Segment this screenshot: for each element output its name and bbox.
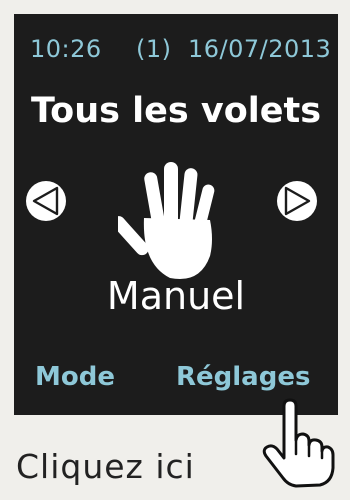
status-date: 16/07/2013 (188, 35, 332, 63)
status-bar: 10:26 (1) 16/07/2013 (30, 32, 332, 66)
hand-icon (118, 162, 215, 280)
hint-caption: Cliquez ici (16, 447, 195, 486)
previous-button[interactable] (26, 181, 66, 221)
page: 10:26 (1) 16/07/2013 Tous les volets Man… (0, 0, 350, 500)
next-button[interactable] (277, 181, 317, 221)
status-time: 10:26 (30, 35, 102, 63)
mode-button[interactable]: Mode (35, 355, 115, 399)
pointing-hand-icon (262, 398, 335, 488)
zone-title: Tous les volets (30, 91, 322, 131)
triangle-right-icon (284, 186, 311, 216)
device-screen: 10:26 (1) 16/07/2013 Tous les volets Man… (14, 14, 338, 415)
status-count: (1) (136, 35, 172, 63)
mode-label: Manuel (106, 274, 246, 318)
settings-button[interactable]: Réglages (176, 355, 310, 399)
triangle-left-icon (32, 186, 59, 216)
